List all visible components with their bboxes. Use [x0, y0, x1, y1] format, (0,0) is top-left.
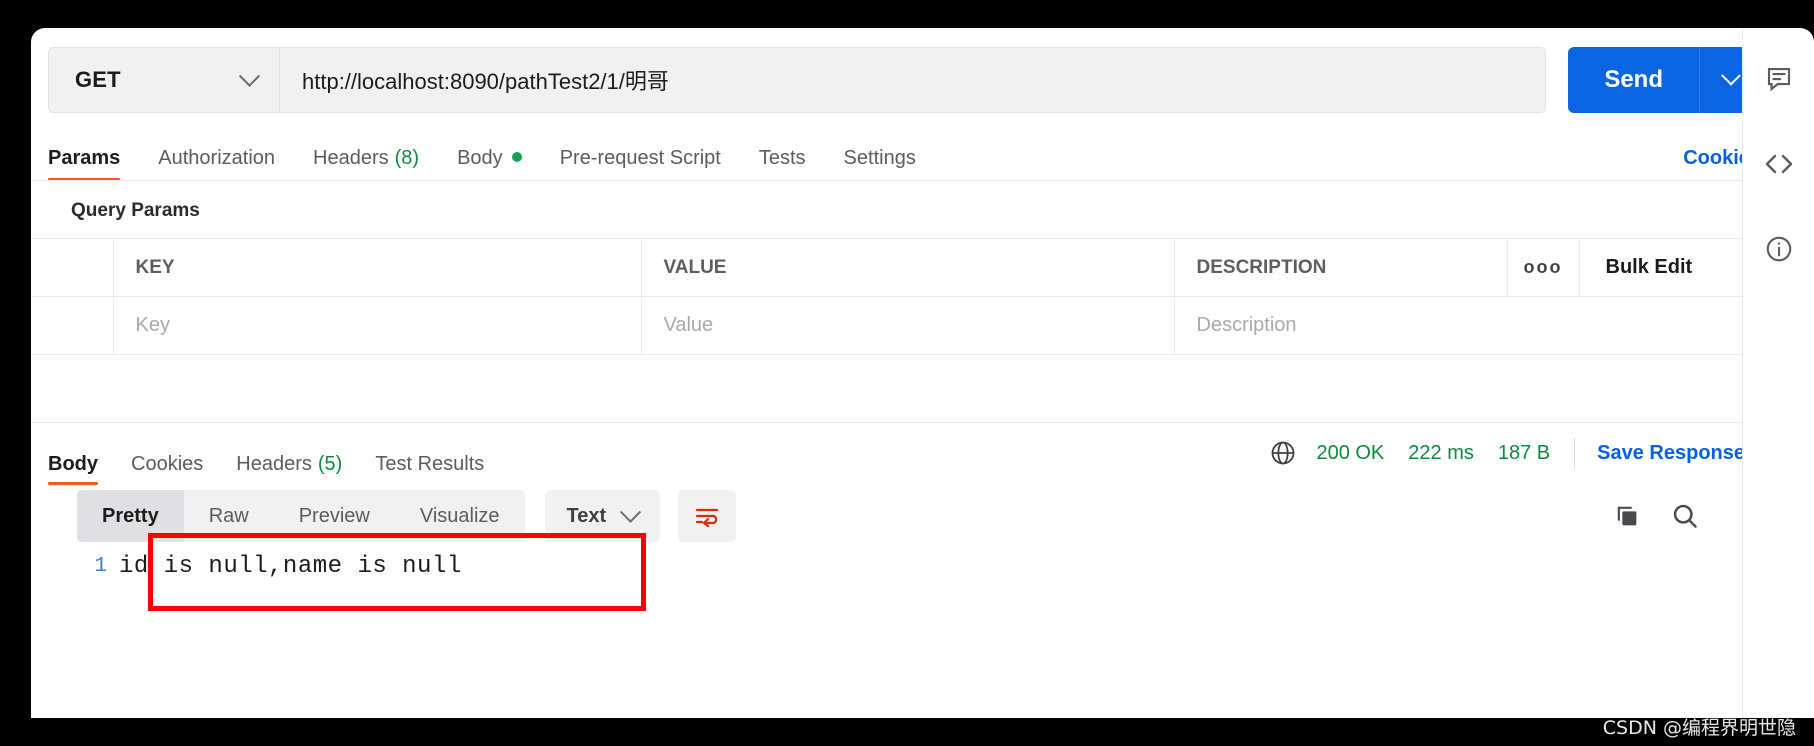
wrap-text-icon	[696, 508, 719, 527]
response-format-select[interactable]: Text	[544, 490, 661, 542]
response-size: 187 B	[1497, 441, 1551, 464]
header-description: DESCRIPTION	[1174, 238, 1508, 297]
view-mode-pretty[interactable]: Pretty	[77, 490, 184, 542]
tab-label: Params	[48, 147, 121, 169]
table-header-row: KEY VALUE DESCRIPTION ooo Bulk Edit	[31, 238, 1783, 297]
body-modified-dot-icon	[511, 152, 522, 162]
more-options-icon: ooo	[1523, 256, 1563, 277]
tab-settings[interactable]: Settings	[844, 147, 916, 181]
response-status-code: 200 OK	[1316, 441, 1385, 464]
row-checkbox-cell[interactable]	[31, 296, 114, 355]
response-body-viewer[interactable]: 1 id is null,name is null	[31, 533, 1783, 651]
table-row: Key Value Description	[31, 296, 1783, 355]
row-value-cell[interactable]: Value	[641, 296, 1175, 355]
header-more-options[interactable]: ooo	[1507, 238, 1580, 297]
request-url-bar: GET Send	[48, 47, 1761, 113]
search-icon[interactable]	[1671, 502, 1699, 530]
tab-label: Settings	[843, 147, 916, 169]
tab-headers[interactable]: Headers (8)	[313, 147, 419, 181]
header-value: VALUE	[641, 238, 1175, 297]
headers-count-badge: (8)	[394, 147, 420, 169]
view-mode-raw[interactable]: Raw	[184, 490, 274, 542]
tab-body[interactable]: Body	[457, 147, 522, 181]
view-mode-label: Pretty	[102, 504, 159, 527]
view-mode-label: Preview	[298, 504, 370, 527]
postman-request-window: GET Send Params Authorization Headers(8)…	[31, 28, 1783, 718]
tab-label: Headers	[236, 453, 312, 475]
tab-label: Tests	[758, 147, 806, 169]
tab-label: Headers	[313, 147, 389, 169]
tab-tests[interactable]: Tests	[759, 147, 806, 181]
line-number-gutter: 1	[94, 555, 107, 578]
tab-label: Pre-request Script	[559, 147, 721, 169]
chevron-down-icon	[238, 65, 261, 87]
view-mode-label: Visualize	[419, 504, 500, 527]
header-key: KEY	[113, 238, 642, 297]
key-input-placeholder: Key	[135, 314, 170, 336]
bulk-edit-button[interactable]: Bulk Edit	[1606, 256, 1693, 278]
request-tab-bar: Params Authorization Headers (8) Body Pre…	[31, 133, 1783, 181]
request-url-field[interactable]	[279, 47, 1547, 113]
tab-label: Body	[48, 453, 98, 475]
tab-label: Test Results	[375, 453, 485, 475]
tab-label: Body	[457, 147, 503, 169]
tab-authorization[interactable]: Authorization	[158, 147, 275, 181]
divider	[1574, 438, 1576, 468]
tab-label: Authorization	[158, 147, 276, 169]
wrap-text-button[interactable]	[678, 490, 737, 542]
description-input-placeholder: Description	[1196, 314, 1297, 336]
query-params-table: KEY VALUE DESCRIPTION ooo Bulk Edit Key …	[31, 238, 1783, 355]
watermark: CSDN @编程界明世隐	[1602, 717, 1796, 739]
response-headers-count-badge: (5)	[317, 453, 343, 475]
view-mode-group: Pretty Raw Preview Visualize	[77, 490, 525, 542]
http-method-label: GET	[75, 67, 121, 92]
send-button-group: Send	[1568, 47, 1761, 113]
response-header-bar: Body Cookies Headers (5) Test Results 200…	[31, 423, 1783, 485]
divider	[31, 180, 1783, 181]
response-body-text: id is null,name is null	[119, 553, 462, 580]
row-key-cell[interactable]: Key	[113, 296, 642, 355]
code-icon[interactable]	[1763, 148, 1795, 180]
value-input-placeholder: Value	[663, 314, 714, 336]
copy-icon[interactable]	[1613, 502, 1641, 530]
response-tab-test-results[interactable]: Test Results	[375, 453, 484, 485]
tab-label: Cookies	[131, 453, 204, 475]
send-button[interactable]: Send	[1568, 47, 1699, 113]
view-mode-label: Raw	[208, 504, 249, 527]
comment-icon[interactable]	[1764, 64, 1794, 94]
response-toolbar-actions	[1613, 502, 1761, 530]
request-url-input[interactable]	[302, 67, 1524, 93]
view-mode-visualize[interactable]: Visualize	[395, 490, 525, 542]
info-icon[interactable]	[1764, 234, 1794, 264]
query-params-heading: Query Params	[71, 200, 200, 221]
chevron-down-icon	[1720, 65, 1741, 86]
row-description-cell[interactable]: Description	[1174, 296, 1783, 355]
response-tab-bar: Body Cookies Headers (5) Test Results	[48, 423, 517, 485]
response-status-group: 200 OK 222 ms 187 B Save Response	[1269, 438, 1761, 470]
format-label: Text	[566, 504, 607, 527]
tab-pre-request-script[interactable]: Pre-request Script	[560, 147, 721, 181]
right-sidebar-rail	[1742, 28, 1814, 718]
save-response-button[interactable]: Save Response	[1597, 442, 1745, 465]
header-checkbox-cell	[31, 238, 114, 297]
globe-icon	[1269, 439, 1297, 467]
response-view-toolbar: Pretty Raw Preview Visualize Text	[31, 485, 1783, 547]
response-tab-body[interactable]: Body	[48, 453, 98, 485]
response-tab-cookies[interactable]: Cookies	[131, 453, 203, 485]
chevron-down-icon	[620, 501, 642, 523]
tab-params[interactable]: Params	[48, 147, 121, 181]
http-method-select[interactable]: GET	[48, 47, 279, 113]
response-time: 222 ms	[1408, 441, 1474, 464]
params-empty-space	[31, 355, 1783, 423]
response-tab-headers[interactable]: Headers (5)	[236, 453, 342, 485]
view-mode-preview[interactable]: Preview	[274, 490, 395, 542]
